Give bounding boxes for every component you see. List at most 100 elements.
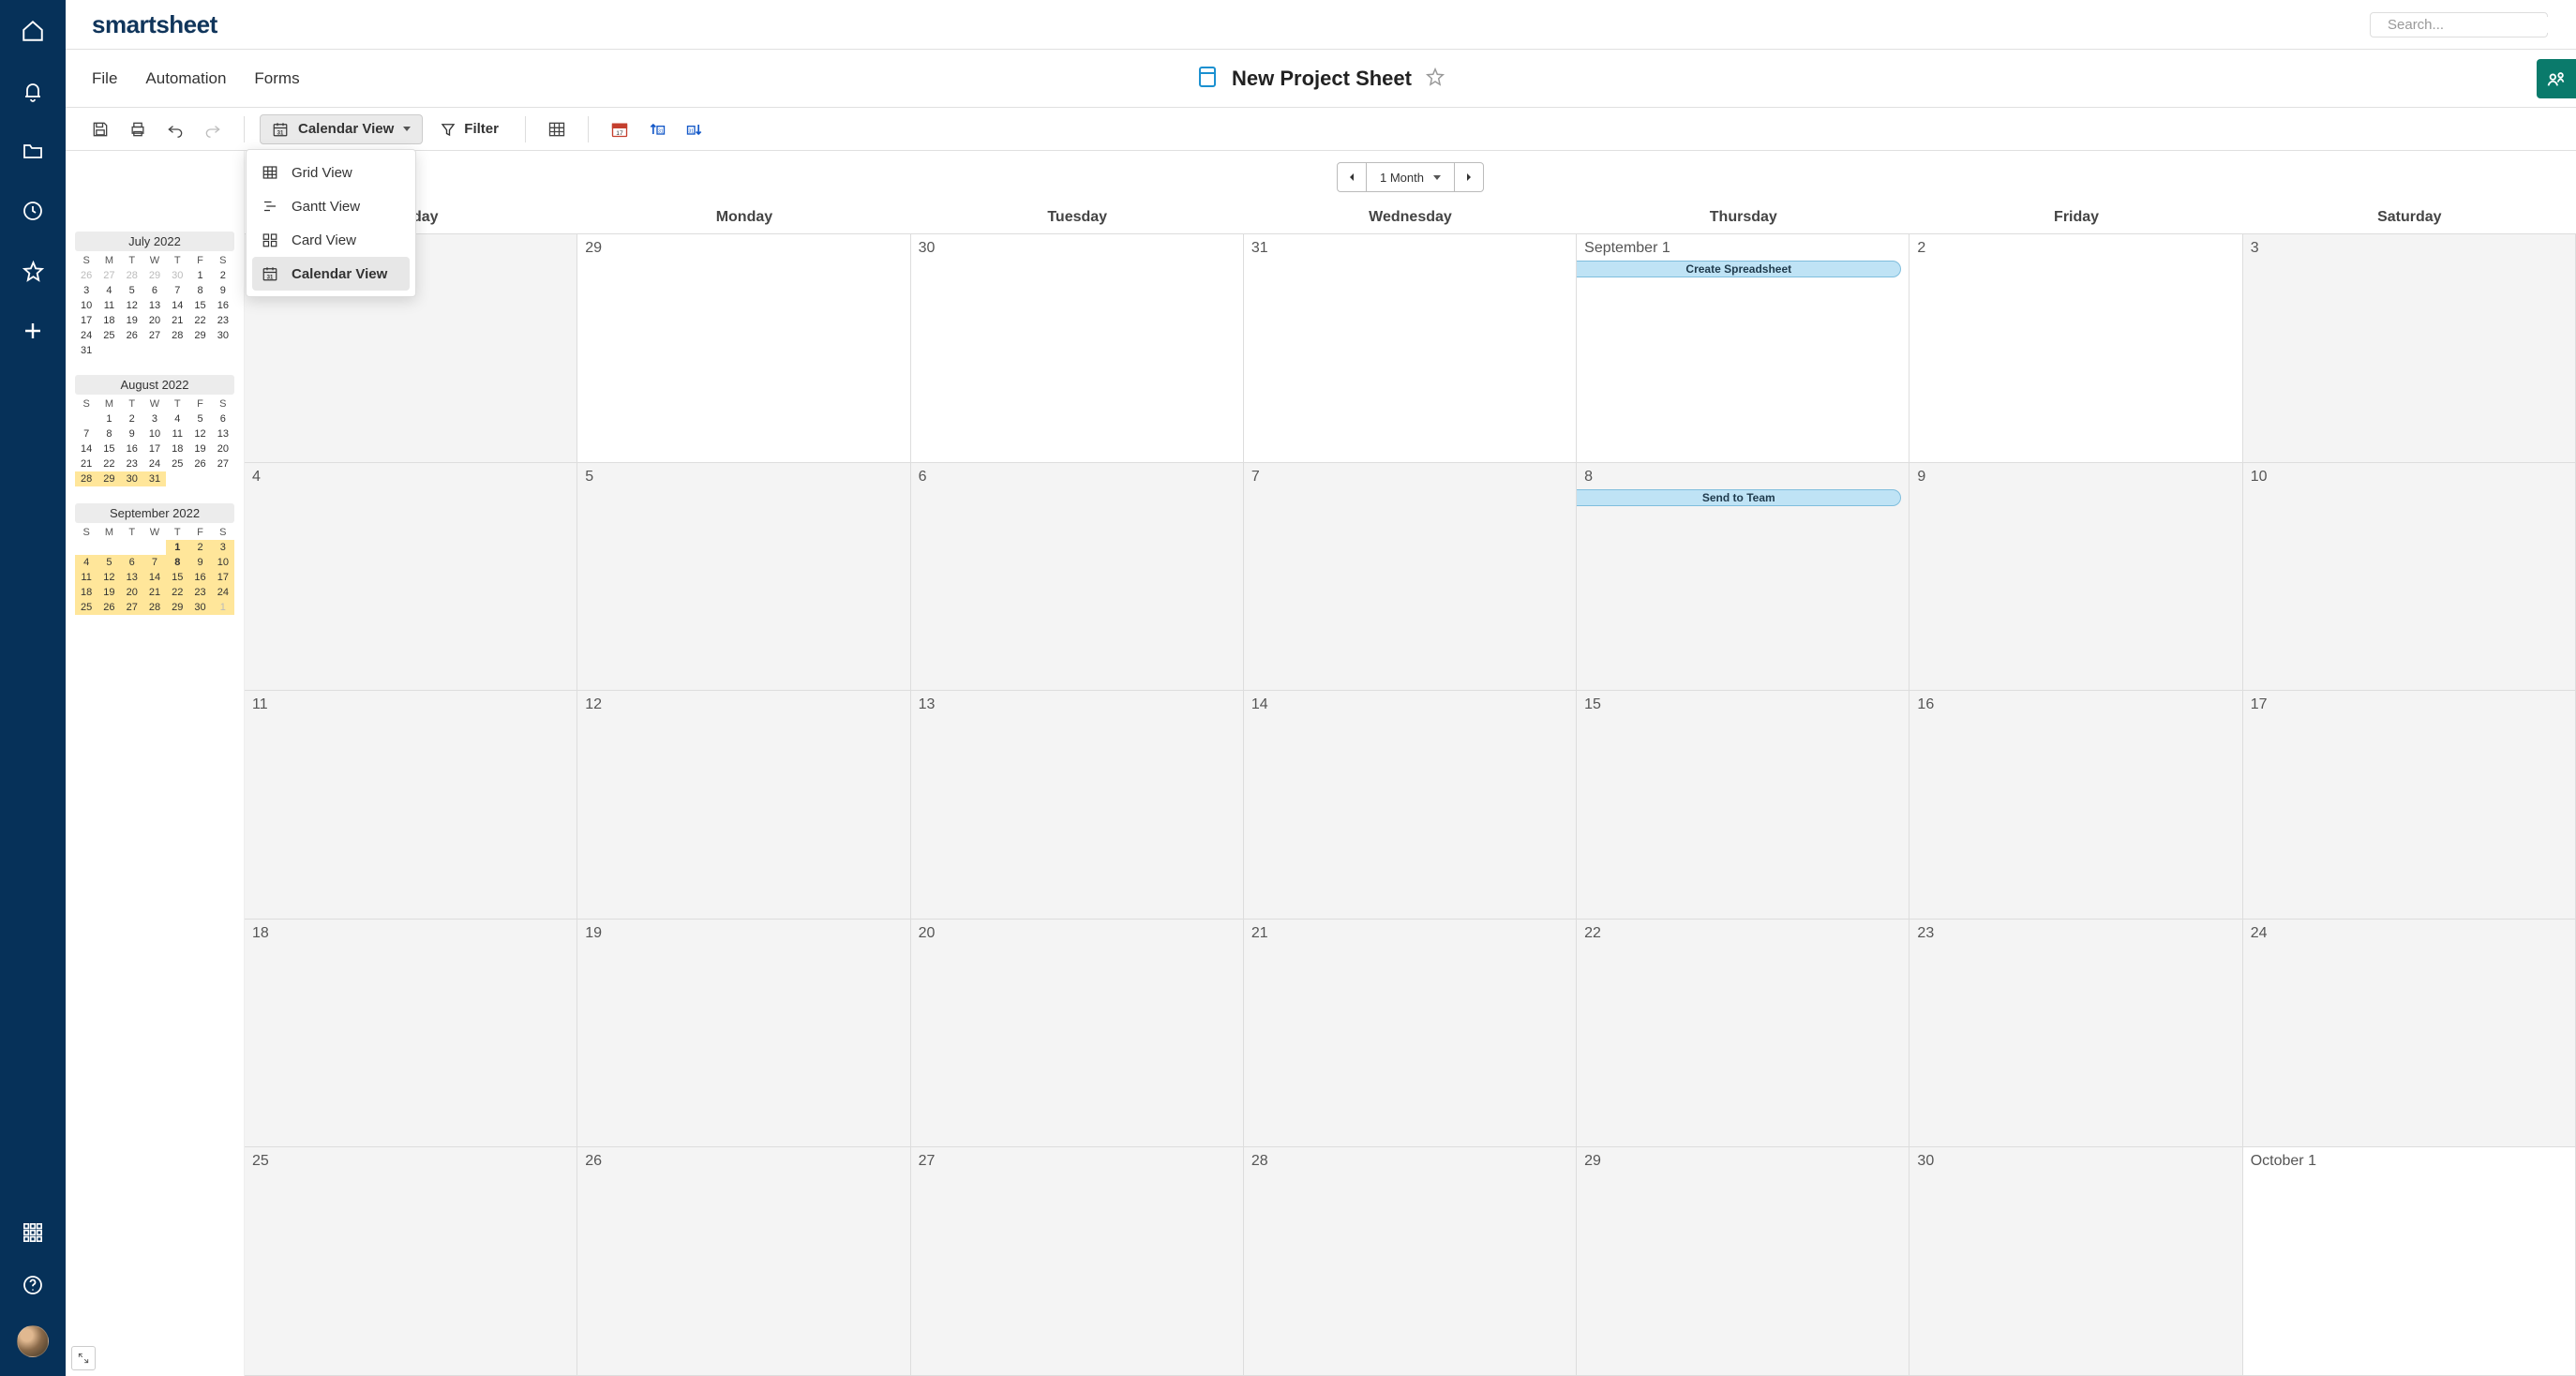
mini-calendar-day[interactable]: 28 (143, 600, 166, 615)
calendar-cell[interactable]: 23 (1910, 920, 2242, 1148)
mini-calendar-day[interactable]: 16 (188, 570, 211, 585)
calendar-cell[interactable]: 8Send to Team (1577, 463, 1910, 692)
search-box[interactable] (2370, 12, 2548, 37)
mini-calendar-day[interactable]: 9 (121, 426, 143, 441)
mini-calendar-day[interactable]: 27 (143, 328, 166, 343)
view-option-card[interactable]: Card View (252, 223, 410, 257)
mini-calendar-day[interactable]: 26 (121, 328, 143, 343)
calendar-cell[interactable]: 11 (245, 691, 577, 920)
calendar-cell[interactable]: 17 (2243, 691, 2576, 920)
avatar[interactable] (17, 1325, 49, 1357)
next-range-button[interactable] (1455, 163, 1483, 191)
mini-calendar-day[interactable]: 14 (166, 298, 188, 313)
calendar-cell[interactable]: 27 (911, 1147, 1244, 1376)
mini-calendar-day[interactable]: 13 (212, 426, 234, 441)
mini-calendar-day[interactable]: 8 (166, 555, 188, 570)
page-title[interactable]: New Project Sheet (1232, 67, 1412, 91)
calendar-cell[interactable]: 28 (1244, 1147, 1577, 1376)
mini-calendar-day[interactable]: 21 (143, 585, 166, 600)
mini-calendar-day[interactable]: 11 (166, 426, 188, 441)
view-dropdown[interactable]: 31 Calendar View (260, 114, 423, 144)
mini-calendar-day[interactable]: 31 (75, 343, 97, 358)
mini-calendar-day[interactable]: 20 (143, 313, 166, 328)
mini-calendar-day[interactable]: 21 (75, 456, 97, 471)
calendar-cell[interactable]: 21 (1244, 920, 1577, 1148)
mini-calendar-day[interactable]: 5 (97, 555, 120, 570)
calendar-cell[interactable]: 29 (1577, 1147, 1910, 1376)
mini-calendar-day[interactable]: 6 (212, 411, 234, 426)
calendar-cell[interactable]: 18 (245, 920, 577, 1148)
mini-calendar-day[interactable]: 17 (75, 313, 97, 328)
mini-calendar-day[interactable]: 16 (212, 298, 234, 313)
mini-calendar-day[interactable]: 4 (75, 555, 97, 570)
mini-calendar-day[interactable]: 7 (166, 283, 188, 298)
mini-calendar-day[interactable]: 3 (212, 540, 234, 555)
mini-calendar-day[interactable]: 24 (75, 328, 97, 343)
share-button[interactable] (2537, 59, 2576, 98)
sort-desc-icon[interactable]: 31 (679, 113, 711, 145)
calendar-cell[interactable]: 7 (1244, 463, 1577, 692)
mini-calendar-day[interactable]: 27 (121, 600, 143, 615)
mini-calendar-day[interactable]: 28 (166, 328, 188, 343)
mini-calendar-day[interactable]: 14 (75, 441, 97, 456)
mini-calendar-day[interactable]: 26 (97, 600, 120, 615)
mini-calendar-day[interactable]: 23 (212, 313, 234, 328)
save-icon[interactable] (84, 113, 116, 145)
menu-file[interactable]: File (92, 69, 117, 88)
mini-calendar-day[interactable]: 18 (75, 585, 97, 600)
mini-calendar-day[interactable]: 8 (97, 426, 120, 441)
mini-calendar-day[interactable]: 3 (143, 411, 166, 426)
calendar-cell[interactable]: October 1 (2243, 1147, 2576, 1376)
mini-calendar-day[interactable]: 2 (188, 540, 211, 555)
mini-calendar-day[interactable]: 29 (97, 471, 120, 486)
mini-calendar-day[interactable]: 30 (212, 328, 234, 343)
mini-calendar-day[interactable]: 9 (212, 283, 234, 298)
mini-calendar-day[interactable]: 23 (188, 585, 211, 600)
mini-calendar-day[interactable]: 18 (97, 313, 120, 328)
calendar-cell[interactable]: 12 (577, 691, 910, 920)
mini-calendar-day[interactable]: 24 (212, 585, 234, 600)
mini-calendar-day[interactable]: 5 (121, 283, 143, 298)
calendar-event[interactable]: Create Spreadsheet (1577, 261, 1901, 277)
calendar-cell[interactable]: 9 (1910, 463, 2242, 692)
calendar-cell[interactable]: 10 (2243, 463, 2576, 692)
mini-calendar-day[interactable]: 27 (97, 268, 120, 283)
mini-calendar-day[interactable]: 29 (143, 268, 166, 283)
plus-icon[interactable] (21, 319, 45, 343)
menu-forms[interactable]: Forms (254, 69, 299, 88)
mini-calendar-day[interactable]: 29 (166, 600, 188, 615)
mini-calendar-day[interactable]: 2 (212, 268, 234, 283)
mini-calendar[interactable]: July 2022SMTWTFS262728293012345678910111… (75, 232, 234, 358)
calendar-cell[interactable]: 31 (1244, 234, 1577, 463)
mini-calendar-day[interactable]: 11 (75, 570, 97, 585)
clock-icon[interactable] (21, 199, 45, 223)
range-select[interactable]: 1 Month (1366, 163, 1455, 191)
mini-calendar-day[interactable]: 8 (188, 283, 211, 298)
undo-icon[interactable] (159, 113, 191, 145)
mini-calendar-day[interactable]: 12 (188, 426, 211, 441)
calendar-cell[interactable]: 2 (1910, 234, 2242, 463)
view-option-gantt[interactable]: Gantt View (252, 189, 410, 223)
calendar-cell[interactable]: 22 (1577, 920, 1910, 1148)
mini-calendar-day[interactable]: 12 (121, 298, 143, 313)
mini-calendar-day[interactable]: 22 (166, 585, 188, 600)
mini-calendar-day[interactable]: 28 (75, 471, 97, 486)
mini-calendar-day[interactable]: 24 (143, 456, 166, 471)
today-icon[interactable]: 17 (604, 113, 636, 145)
calendar-cell[interactable]: 19 (577, 920, 910, 1148)
mini-calendar-day[interactable]: 17 (212, 570, 234, 585)
mini-calendar-day[interactable]: 1 (188, 268, 211, 283)
mini-calendar-day[interactable]: 15 (97, 441, 120, 456)
calendar-cell[interactable]: 29 (577, 234, 910, 463)
calendar-cell[interactable]: 30 (1910, 1147, 2242, 1376)
mini-calendar-day[interactable]: 3 (75, 283, 97, 298)
calendar-cell[interactable]: 6 (911, 463, 1244, 692)
calendar-cell[interactable]: 24 (2243, 920, 2576, 1148)
mini-calendar-day[interactable]: 10 (212, 555, 234, 570)
mini-calendar-day[interactable]: 28 (121, 268, 143, 283)
mini-calendar-day[interactable]: 11 (97, 298, 120, 313)
mini-calendar-day[interactable]: 7 (143, 555, 166, 570)
sort-asc-icon[interactable]: 31 (641, 113, 673, 145)
expand-icon[interactable] (71, 1346, 96, 1370)
menu-automation[interactable]: Automation (145, 69, 226, 88)
